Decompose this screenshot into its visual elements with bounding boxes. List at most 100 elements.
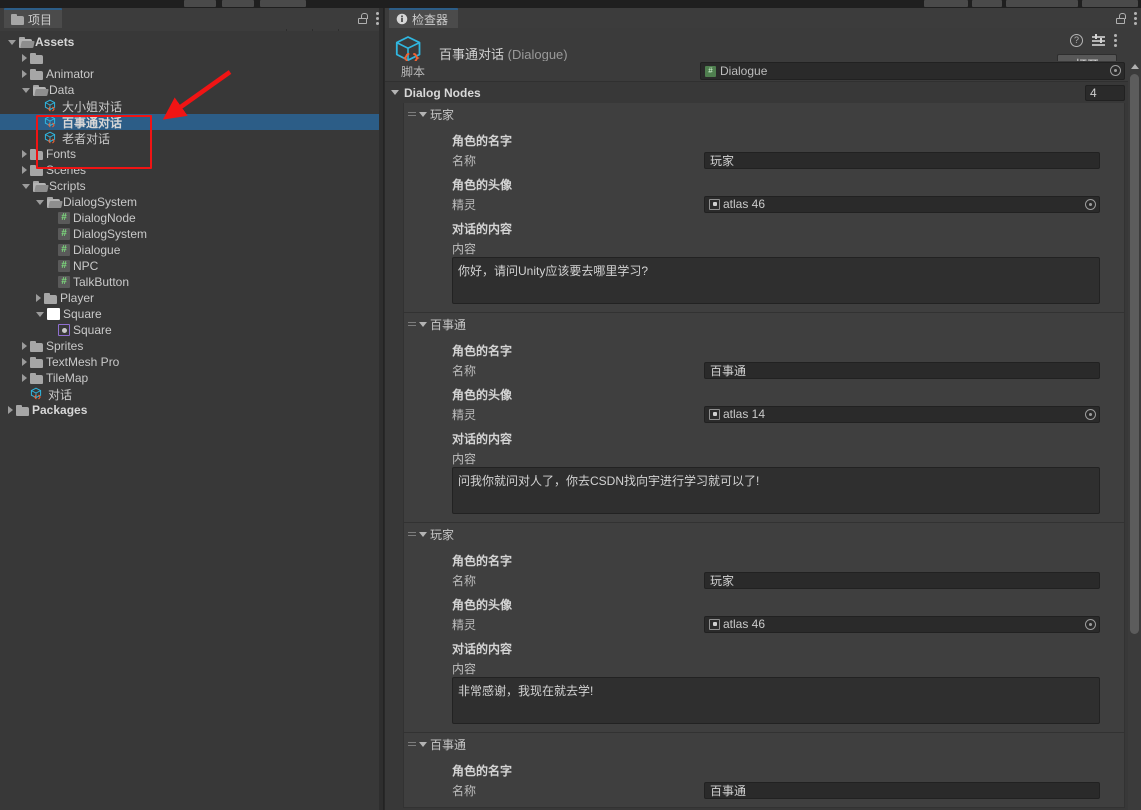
tab-inspector[interactable]: 检查器 <box>389 8 459 28</box>
lock-icon[interactable] <box>1116 12 1126 24</box>
object-picker-icon[interactable] <box>1085 408 1096 420</box>
drag-handle-icon[interactable] <box>408 532 416 536</box>
toolbar-button[interactable] <box>1006 0 1078 7</box>
tree-row[interactable]: Animator <box>0 66 383 82</box>
tree-row[interactable]: Sprites <box>0 338 383 354</box>
tree-row[interactable]: Data <box>0 82 383 98</box>
tree-row-label: 百事通对话 <box>62 115 123 130</box>
chevron-right-icon[interactable] <box>22 150 27 158</box>
tree-row[interactable]: Scripts <box>0 178 383 194</box>
character-name-title: 角色的名字 <box>452 134 513 148</box>
folder-icon <box>30 68 43 80</box>
chevron-down-icon[interactable] <box>419 111 427 117</box>
drag-handle-icon[interactable] <box>408 322 416 326</box>
character-sprite-object-field[interactable]: atlas 46 <box>704 195 1100 213</box>
tree-row-label: TileMap <box>46 371 89 385</box>
dialog-nodes-list: 玩家 角色的名字 名称 玩家 角色的头像 精灵 atlas 46 对话的内容 内容 你好，请问Un… <box>385 103 1141 808</box>
character-sprite-value: atlas 46 <box>723 617 766 631</box>
tree-row[interactable]: Player <box>0 290 383 306</box>
object-picker-icon[interactable] <box>1085 618 1096 630</box>
chevron-down-icon[interactable] <box>22 87 30 93</box>
tree-row[interactable]: Assets <box>0 34 383 50</box>
tree-row[interactable]: TextMesh Pro <box>0 354 383 370</box>
tree-row[interactable]: Square <box>0 322 383 338</box>
toolbar-button[interactable] <box>972 0 1002 7</box>
character-name-input[interactable]: 百事通 <box>704 361 1100 379</box>
tree-row[interactable]: # Dialogue <box>0 242 383 258</box>
tree-row-label: Scripts <box>49 179 86 193</box>
kebab-menu-icon[interactable] <box>1134 11 1137 25</box>
dialog-node-header[interactable]: 百事通 <box>404 733 1124 755</box>
character-name-input[interactable]: 玩家 <box>704 571 1100 589</box>
tree-row[interactable]: # DialogNode <box>0 210 383 226</box>
dialog-content-textarea[interactable]: 非常感谢，我现在就去学! <box>452 677 1100 724</box>
chevron-down-icon[interactable] <box>419 531 427 537</box>
chevron-right-icon[interactable] <box>22 70 27 78</box>
toolbar-button[interactable] <box>1082 0 1138 7</box>
tree-row[interactable] <box>0 50 383 66</box>
character-name-input[interactable]: 百事通 <box>704 781 1100 799</box>
chevron-right-icon[interactable] <box>22 166 27 174</box>
lock-icon[interactable] <box>358 12 368 24</box>
toolbar-button[interactable] <box>260 0 306 7</box>
project-tree[interactable]: Assets Animator Data 大小姐对话 百事通对话 老者对话 Fonts Sce… <box>0 31 383 810</box>
chevron-down-icon[interactable] <box>391 90 399 95</box>
object-picker-icon[interactable] <box>1110 65 1121 76</box>
tree-row[interactable]: Fonts <box>0 146 383 162</box>
chevron-down-icon[interactable] <box>419 741 427 747</box>
dialog-node-header[interactable]: 百事通 <box>404 313 1124 335</box>
toolbar-button[interactable] <box>222 0 254 7</box>
chevron-down-icon[interactable] <box>22 183 30 189</box>
preset-icon[interactable] <box>1092 34 1105 47</box>
dialog-content-textarea[interactable]: 你好，请问Unity应该要去哪里学习? <box>452 257 1100 304</box>
chevron-right-icon[interactable] <box>36 294 41 302</box>
script-object-field[interactable]: # Dialogue <box>700 62 1125 80</box>
toolbar-button[interactable] <box>184 0 216 7</box>
character-sprite-object-field[interactable]: atlas 14 <box>704 405 1100 423</box>
tree-row[interactable]: # TalkButton <box>0 274 383 290</box>
tree-row[interactable]: Packages <box>0 402 383 418</box>
tree-row[interactable]: DialogSystem <box>0 194 383 210</box>
chevron-down-icon[interactable] <box>8 39 16 45</box>
inspector-scrollbar[interactable] <box>1128 61 1141 810</box>
kebab-menu-icon[interactable] <box>1114 34 1117 47</box>
folder-icon <box>30 52 43 64</box>
chevron-right-icon[interactable] <box>22 358 27 366</box>
tree-row[interactable]: # DialogSystem <box>0 226 383 242</box>
dialog-nodes-header[interactable]: Dialog Nodes 4 <box>385 81 1141 103</box>
tree-row-label: Data <box>49 83 75 97</box>
tree-row-selected[interactable]: 百事通对话 <box>0 114 383 130</box>
tab-project[interactable]: 项目 <box>4 8 63 28</box>
chevron-right-icon[interactable] <box>8 406 13 414</box>
tree-row[interactable]: Scenes <box>0 162 383 178</box>
array-size-input[interactable]: 4 <box>1085 84 1125 101</box>
tree-row[interactable]: Square <box>0 306 383 322</box>
character-name-group: 角色的名字 名称 百事通 <box>404 342 1124 379</box>
chevron-down-icon[interactable] <box>419 321 427 327</box>
tree-row[interactable]: 老者对话 <box>0 130 383 146</box>
toolbar-button[interactable] <box>924 0 968 7</box>
csharp-script-icon: # <box>58 276 70 288</box>
chevron-down-icon[interactable] <box>36 199 44 205</box>
chevron-right-icon[interactable] <box>22 342 27 350</box>
character-name-input[interactable]: 玩家 <box>704 151 1100 169</box>
project-tree-scrollbar[interactable] <box>379 8 383 810</box>
dialog-node-header[interactable]: 玩家 <box>404 103 1124 125</box>
chevron-right-icon[interactable] <box>22 54 27 62</box>
tree-row[interactable]: 对话 <box>0 386 383 402</box>
chevron-right-icon[interactable] <box>22 374 27 382</box>
drag-handle-icon[interactable] <box>408 742 416 746</box>
tree-row[interactable]: 大小姐对话 <box>0 98 383 114</box>
scroll-up-icon[interactable] <box>1131 64 1139 69</box>
character-sprite-object-field[interactable]: atlas 46 <box>704 615 1100 633</box>
tree-row[interactable]: TileMap <box>0 370 383 386</box>
scrollbar-thumb[interactable] <box>1130 74 1139 634</box>
object-picker-icon[interactable] <box>1085 198 1096 210</box>
help-icon[interactable]: ? <box>1070 34 1083 47</box>
folder-icon <box>30 148 43 160</box>
drag-handle-icon[interactable] <box>408 112 416 116</box>
dialog-node-header[interactable]: 玩家 <box>404 523 1124 545</box>
dialog-content-textarea[interactable]: 问我你就问对人了，你去CSDN找向宇进行学习就可以了! <box>452 467 1100 514</box>
chevron-down-icon[interactable] <box>36 311 44 317</box>
tree-row[interactable]: # NPC <box>0 258 383 274</box>
